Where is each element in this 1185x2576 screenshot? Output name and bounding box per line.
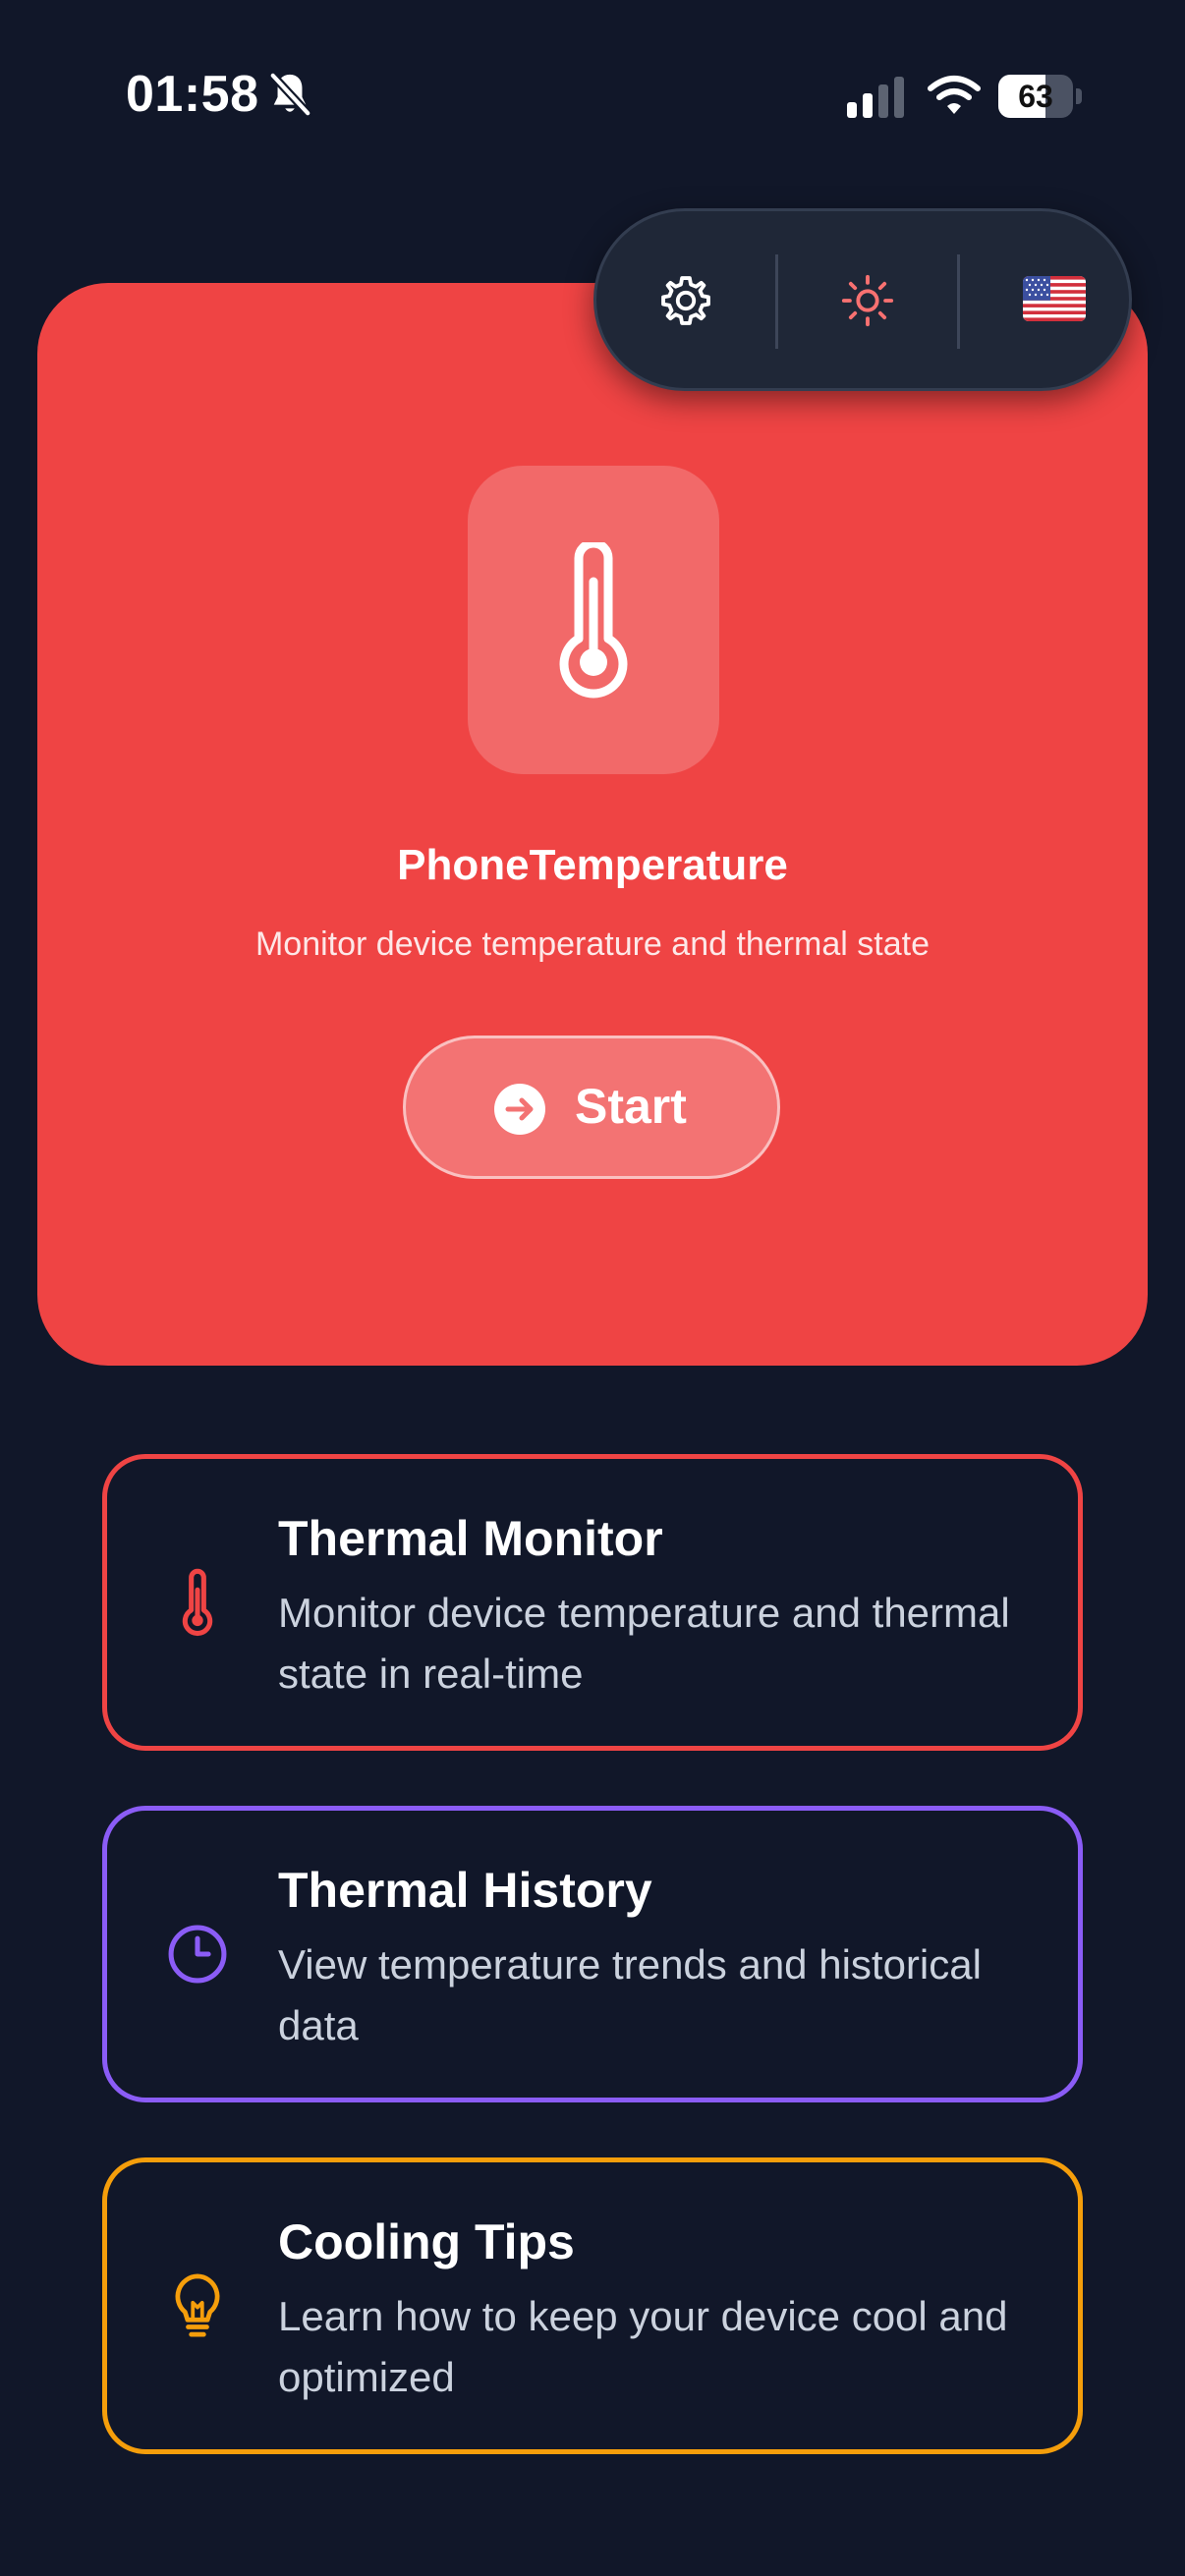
wifi-icon [928,76,981,114]
gear-icon [661,276,710,325]
arrow-right-circle-icon [494,1084,545,1135]
start-button-label: Start [575,1079,687,1134]
theme-toggle-button[interactable] [778,211,957,388]
us-flag-icon [1023,276,1086,321]
hero-icon-tile [468,466,719,774]
clock-icon [168,1925,227,1984]
feature-title: Thermal History [278,1863,652,1918]
thermometer-icon [182,1568,213,1637]
thermal-monitor-card[interactable]: Thermal Monitor Monitor device temperatu… [102,1454,1083,1751]
top-toolbar [593,208,1132,391]
cellular-signal-icon [847,77,904,118]
battery-indicator: 63 [998,75,1083,118]
lightbulb-icon [175,2273,220,2337]
sun-icon [841,274,894,327]
cooling-tips-card[interactable]: Cooling Tips Learn how to keep your devi… [102,2157,1083,2454]
battery-body: 63 [998,75,1073,118]
app-subtitle: Monitor device temperature and thermal s… [254,925,930,963]
status-time: 01:58 [126,66,259,123]
thermometer-icon [559,542,628,699]
start-button[interactable]: Start [403,1036,780,1179]
bell-off-icon [268,71,312,118]
app-title: PhoneTemperature [397,841,788,889]
feature-description: Learn how to keep your device cool and o… [278,2293,1008,2400]
feature-description: Monitor device temperature and thermal s… [278,1590,1010,1697]
app-screen: 01:58 63 PhoneTemperature Monitor device… [0,0,1185,2576]
status-bar: 01:58 63 [0,0,1185,196]
feature-title: Cooling Tips [278,2214,575,2269]
battery-cap [1076,88,1082,104]
hero-card: PhoneTemperature Monitor device temperat… [37,283,1148,1366]
feature-title: Thermal Monitor [278,1511,663,1566]
language-button[interactable] [960,211,1139,388]
battery-level: 63 [1018,79,1053,114]
feature-description: View temperature trends and historical d… [278,1941,982,2048]
thermal-history-card[interactable]: Thermal History View temperature trends … [102,1806,1083,2102]
settings-button[interactable] [596,211,775,388]
